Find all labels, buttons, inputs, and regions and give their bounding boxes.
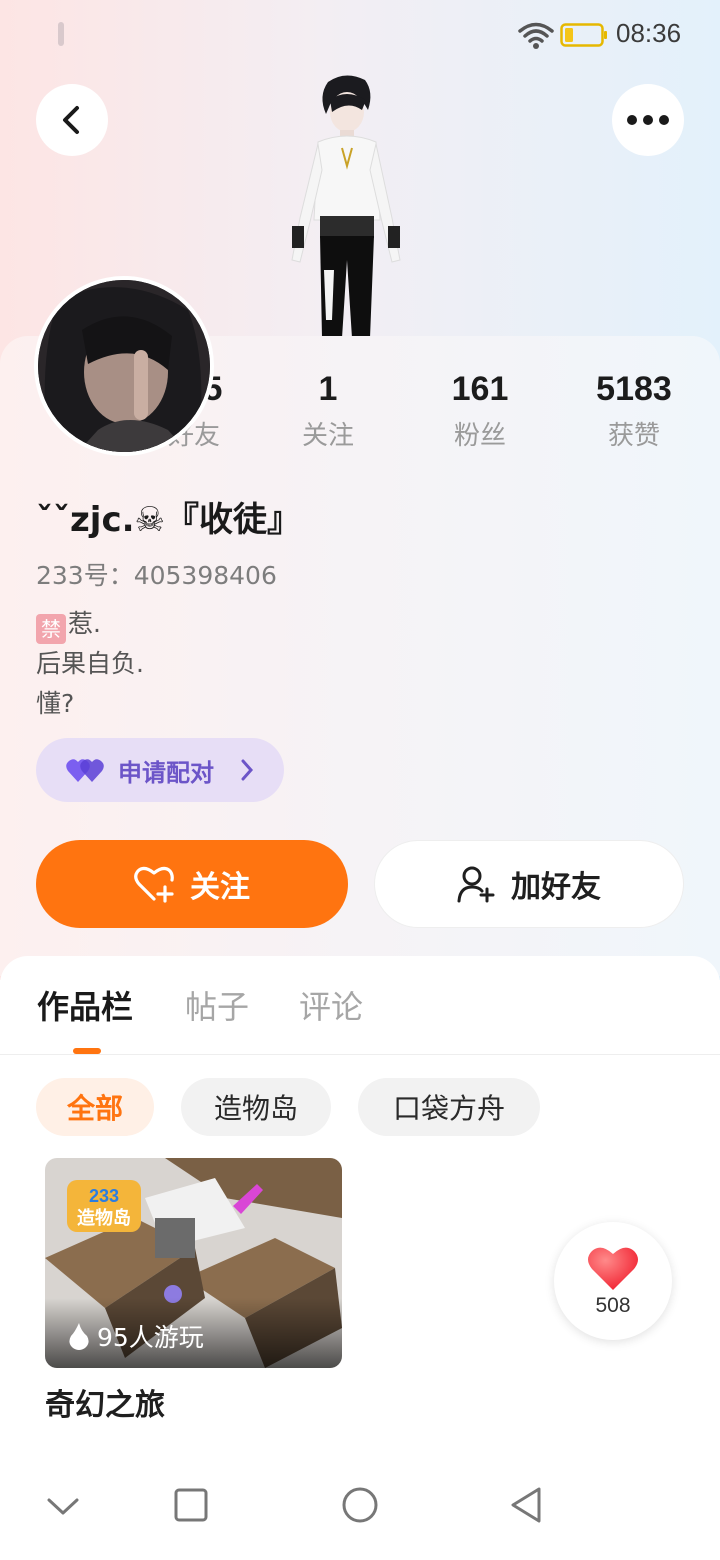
stat-value: 1 (318, 370, 338, 408)
avatar[interactable] (34, 276, 214, 456)
stat-label: 粉丝 (453, 421, 506, 451)
avatar-image (38, 280, 210, 452)
system-nav-bar (0, 1464, 720, 1560)
user-id[interactable]: 233号：405398406 (36, 556, 277, 592)
notification-dot (58, 22, 64, 46)
stat-followers[interactable]: 161 粉丝 (410, 370, 550, 452)
game-logo-text: 造物岛 (77, 1207, 131, 1229)
bio-line: 懂? (36, 689, 75, 718)
chevron-right-icon (241, 759, 254, 781)
nav-collapse-icon[interactable] (46, 1486, 80, 1526)
game-logo-number: 233 (89, 1186, 119, 1206)
like-count: 508 (595, 1294, 631, 1317)
tab-posts[interactable]: 帖子 (185, 982, 249, 1028)
game-title[interactable]: 奇幻之旅 (45, 1380, 165, 1424)
fire-icon (69, 1323, 89, 1350)
divider (0, 1054, 720, 1055)
status-time: 08:36 (616, 18, 682, 48)
stat-likes[interactable]: 5183 获赞 (564, 370, 704, 452)
tab-works[interactable]: 作品栏 (37, 982, 133, 1028)
battery-icon (560, 23, 607, 47)
filter-all[interactable]: 全部 (36, 1078, 154, 1136)
tab-comments[interactable]: 评论 (299, 982, 363, 1028)
ban-badge: 禁 (36, 614, 66, 644)
apply-pair-button[interactable]: 申请配对 (36, 738, 284, 802)
stat-value: 161 (451, 370, 509, 408)
bio-line: 后果自负. (36, 649, 144, 678)
more-button[interactable] (612, 84, 684, 156)
like-button[interactable]: 508 (554, 1222, 672, 1340)
follow-button[interactable]: 关注 (36, 840, 348, 928)
status-bar: 08:36 (0, 0, 720, 70)
add-friend-label: 加好友 (511, 870, 601, 905)
nav-recents-icon[interactable] (173, 1486, 209, 1526)
stat-label: 关注 (301, 421, 354, 451)
pair-hearts-icon (66, 759, 104, 782)
game-plays-text: 95人游玩 (97, 1323, 204, 1352)
apply-pair-label: 申请配对 (118, 758, 214, 787)
back-icon (63, 106, 79, 134)
stat-value: 5183 (596, 370, 672, 408)
nav-back-icon[interactable] (508, 1486, 544, 1526)
bio: 禁惹. 后果自负. 懂? (36, 604, 144, 724)
heart-icon (588, 1247, 638, 1290)
heart-plus-icon (134, 866, 174, 903)
wifi-icon (518, 22, 554, 49)
follow-label: 关注 (190, 870, 250, 905)
avatar-figure-image[interactable] (270, 70, 420, 338)
nav-home-icon[interactable] (340, 1486, 380, 1526)
filter-zaowudao[interactable]: 造物岛 (181, 1078, 331, 1136)
add-friend-button[interactable]: 加好友 (374, 840, 684, 928)
back-button[interactable] (36, 84, 108, 156)
game-card[interactable]: 233 造物岛 95人游玩 (45, 1158, 342, 1368)
game-plays: 95人游玩 (67, 1318, 204, 1354)
stat-following[interactable]: 1 关注 (258, 370, 398, 452)
user-plus-icon (457, 866, 495, 903)
filter-pocket-ark[interactable]: 口袋方舟 (358, 1078, 540, 1136)
stat-label: 获赞 (607, 421, 660, 451)
bio-line: 惹. (68, 609, 101, 638)
nickname: ˇˇzjc.☠『收徒』 (36, 500, 301, 540)
more-icon (627, 115, 669, 125)
